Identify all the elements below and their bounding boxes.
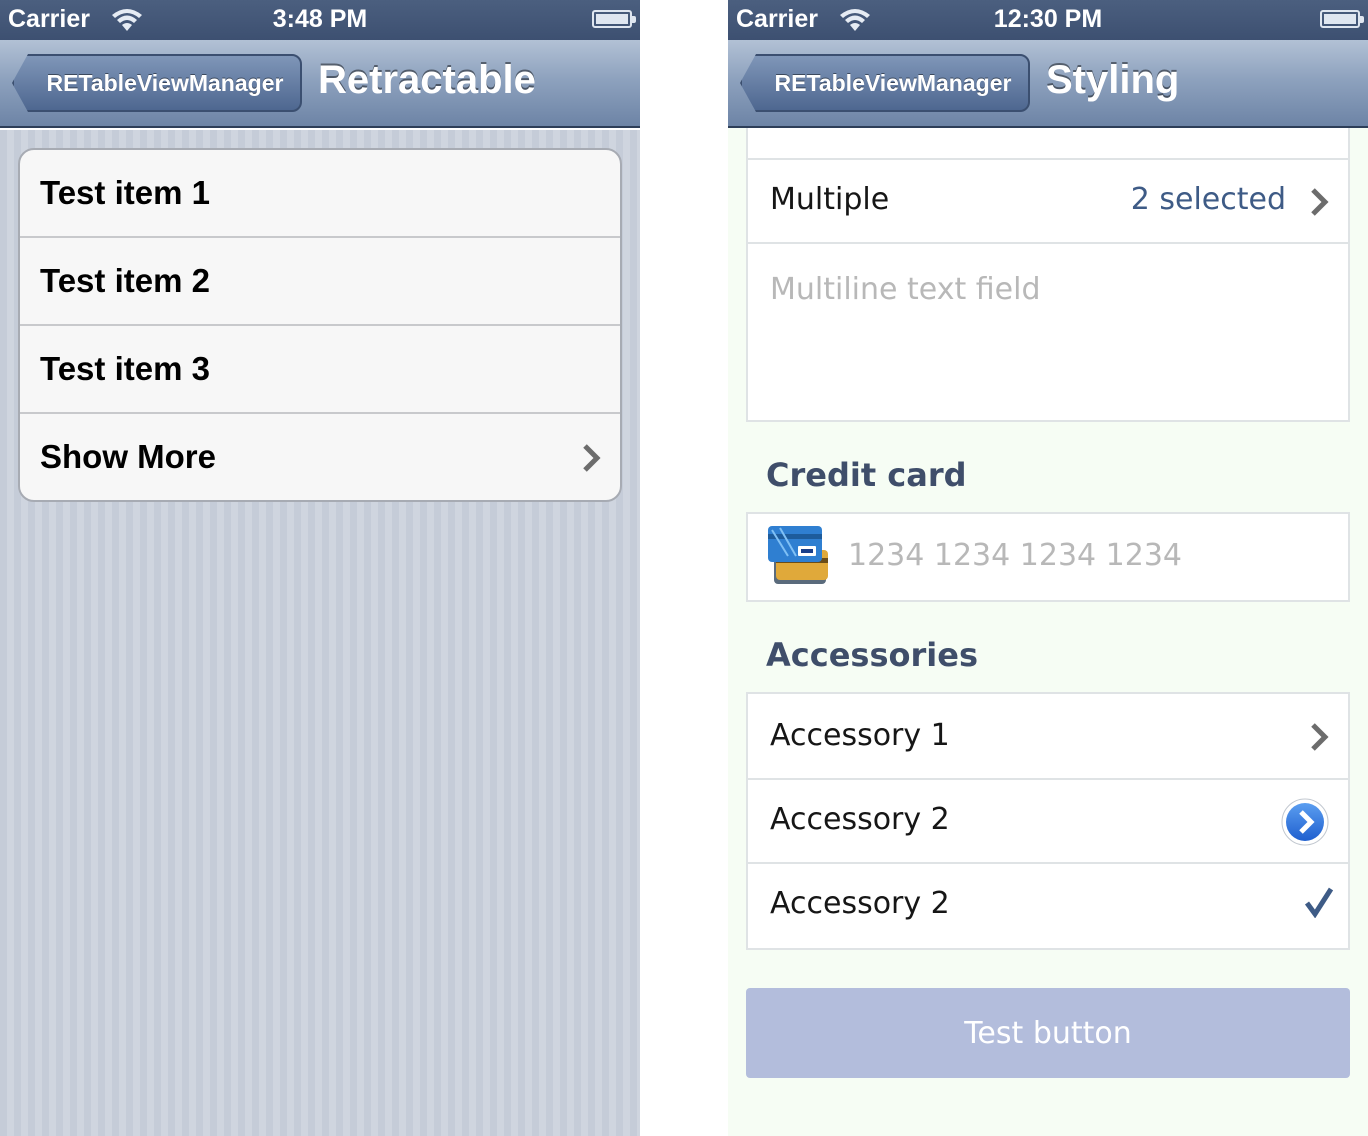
phone-screen-retractable: Carrier 3:48 PM RETableViewManager Retra… (0, 0, 640, 1136)
back-button[interactable]: RETableViewManager (740, 54, 1030, 112)
list-item-label: Test item 3 (40, 350, 210, 387)
multiple-detail: 2 selected (1130, 182, 1286, 217)
page-title: Retractable (318, 58, 536, 102)
list-item[interactable]: Test item 2 (20, 238, 620, 326)
accessory-row-detail[interactable]: Accessory 2 (748, 780, 1348, 864)
section-header-accessories: Accessories (766, 636, 978, 674)
navigation-bar: RETableViewManager Retractable (0, 40, 640, 128)
chevron-right-icon (583, 444, 601, 472)
accessory-row-checkmark[interactable]: Accessory 2 (748, 864, 1348, 948)
multiple-label: Multiple (770, 182, 890, 217)
credit-card-section: 1234 1234 1234 1234 (746, 512, 1350, 602)
phone-screen-styling: Multiple 2 selected Multiline text field… (728, 0, 1368, 1136)
credit-card-icon (768, 526, 828, 584)
multiline-placeholder: Multiline text field (770, 272, 1041, 307)
status-bar: Carrier 12:30 PM (728, 0, 1368, 40)
multiline-section: Multiline text field (746, 242, 1350, 422)
list-item[interactable]: Test item 1 (20, 150, 620, 238)
status-time: 12:30 PM (993, 5, 1103, 33)
page-title: Styling (1046, 58, 1180, 102)
card-number-placeholder: 1234 1234 1234 1234 (848, 538, 1182, 573)
multiline-text-field[interactable]: Multiline text field (748, 244, 1348, 420)
test-button[interactable]: Test button (746, 988, 1350, 1078)
battery-icon (592, 10, 636, 28)
test-button-label: Test button (964, 1015, 1132, 1051)
detail-disclosure-icon[interactable] (1280, 797, 1330, 847)
status-bar: Carrier 3:48 PM (0, 0, 640, 40)
list-item-label: Test item 1 (40, 174, 210, 211)
show-more-label: Show More (40, 438, 217, 475)
back-button[interactable]: RETableViewManager (12, 54, 302, 112)
back-button-label: RETableViewManager (774, 69, 1012, 96)
show-more-row[interactable]: Show More (20, 414, 620, 500)
options-section: Multiple 2 selected (746, 110, 1350, 246)
section-header-credit-card: Credit card (766, 456, 967, 494)
battery-icon (1320, 10, 1364, 28)
accessory-label: Accessory 1 (770, 718, 950, 753)
accessory-label: Accessory 2 (770, 802, 950, 837)
checkmark-icon (1304, 887, 1334, 918)
navigation-bar: RETableViewManager Styling (728, 40, 1368, 128)
back-button-label: RETableViewManager (46, 69, 284, 96)
retractable-section: Test item 1 Test item 2 Test item 3 Show… (18, 148, 622, 502)
status-time: 3:48 PM (272, 5, 368, 33)
list-item[interactable]: Test item 3 (20, 326, 620, 414)
list-item-label: Test item 2 (40, 262, 210, 299)
accessory-row-chevron[interactable]: Accessory 1 (748, 694, 1348, 780)
multiple-select-row[interactable]: Multiple 2 selected (748, 160, 1348, 244)
chevron-right-icon (1311, 723, 1329, 751)
accessories-section: Accessory 1 Accessory 2 Accessory 2 (746, 692, 1350, 950)
accessory-label: Accessory 2 (770, 886, 950, 921)
credit-card-field[interactable]: 1234 1234 1234 1234 (748, 514, 1348, 600)
chevron-right-icon (1311, 188, 1329, 216)
